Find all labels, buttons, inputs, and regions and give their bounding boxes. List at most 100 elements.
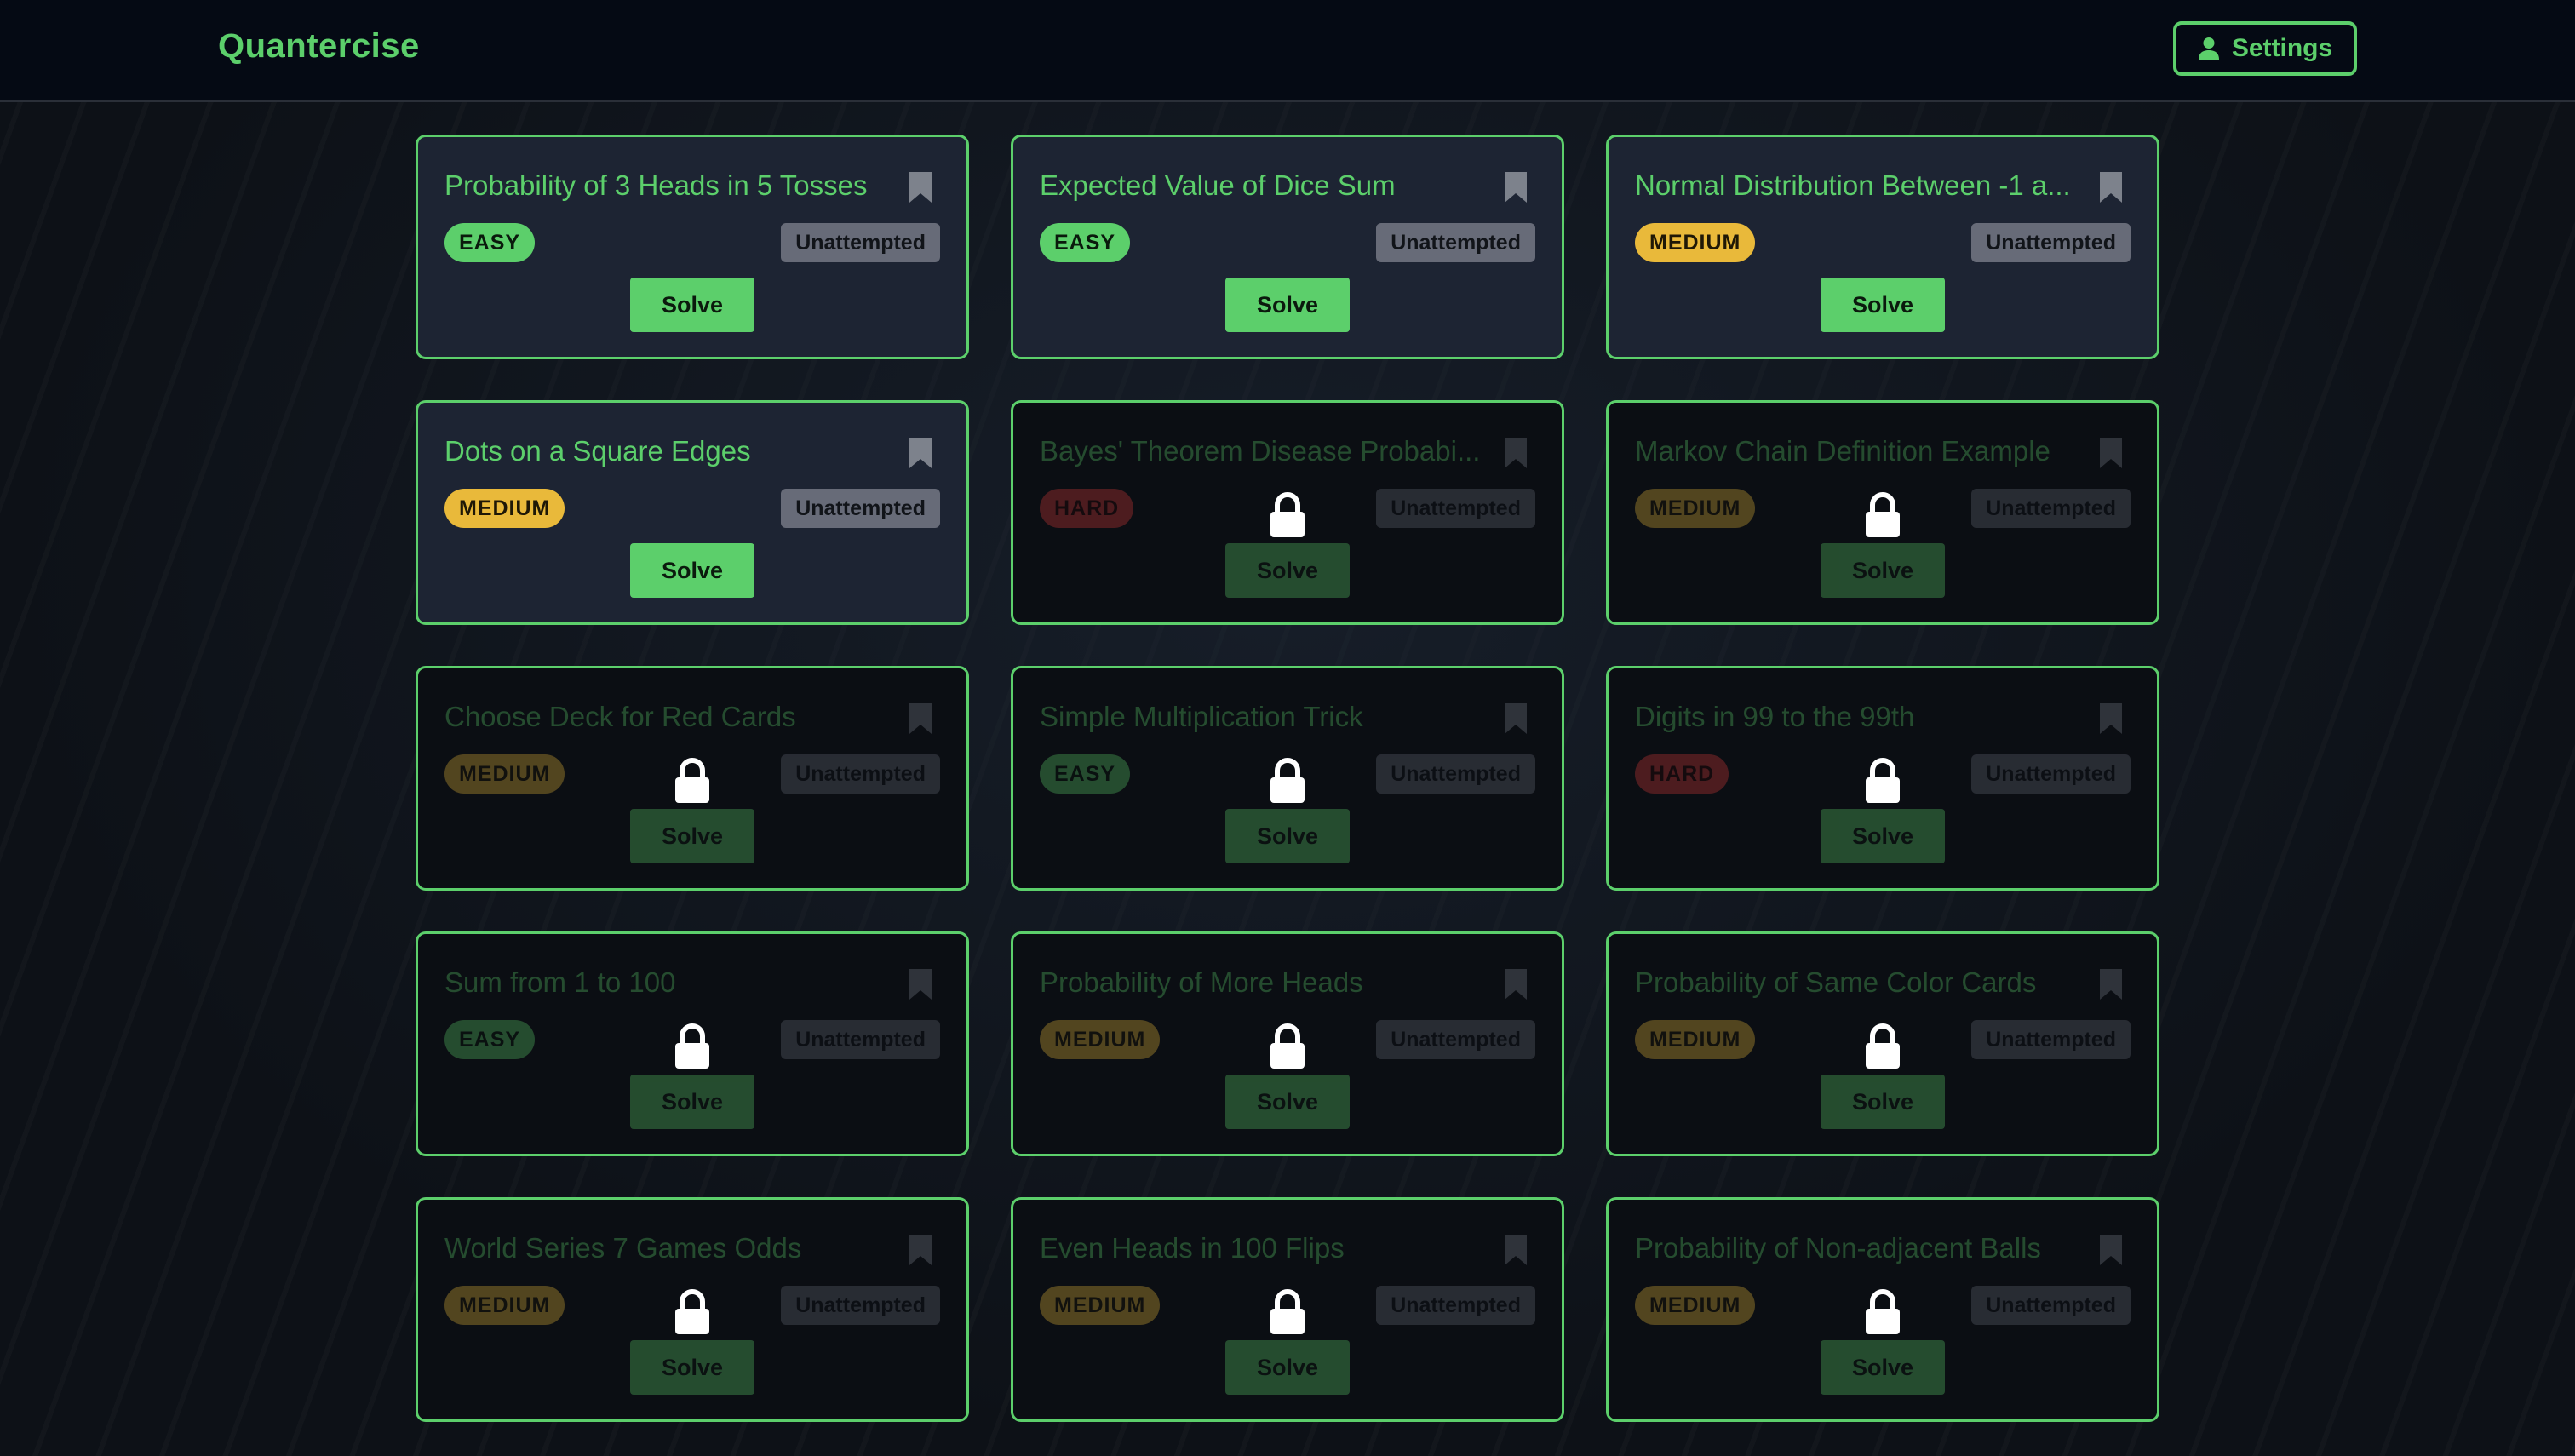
solve-button[interactable]: Solve	[1821, 278, 1945, 332]
bookmark-icon[interactable]	[909, 171, 932, 203]
solve-button: Solve	[1225, 1075, 1350, 1129]
bookmark-icon[interactable]	[2099, 968, 2123, 1000]
problem-title[interactable]: Dots on a Square Edges	[444, 435, 887, 467]
problem-card-3: Normal Distribution Between -1 a... MEDI…	[1606, 135, 2159, 359]
problem-title[interactable]: Bayes' Theorem Disease Probabi...	[1040, 435, 1482, 467]
bookmark-icon[interactable]	[1504, 968, 1528, 1000]
lock-icon	[1866, 1023, 1900, 1069]
problem-title[interactable]: Expected Value of Dice Sum	[1040, 169, 1482, 202]
difficulty-badge: EASY	[1040, 223, 1131, 262]
brand-logo[interactable]: Quantercise	[218, 27, 420, 66]
solve-button[interactable]: Solve	[630, 278, 754, 332]
problem-card-8: Simple Multiplication Trick EASY Unattem…	[1011, 666, 1564, 891]
status-badge: Unattempted	[1376, 1286, 1535, 1325]
problem-title[interactable]: Digits in 99 to the 99th	[1635, 701, 2078, 733]
lock-icon	[1866, 492, 1900, 537]
difficulty-badge: MEDIUM	[1635, 1286, 1756, 1325]
problem-card-15: Probability of Non-adjacent Balls MEDIUM…	[1606, 1197, 2159, 1422]
status-badge: Unattempted	[781, 754, 940, 794]
bookmark-icon[interactable]	[909, 1234, 932, 1266]
bookmark-icon[interactable]	[1504, 702, 1528, 735]
problem-title[interactable]: Choose Deck for Red Cards	[444, 701, 887, 733]
problem-card-13: World Series 7 Games Odds MEDIUM Unattem…	[416, 1197, 969, 1422]
difficulty-badge: MEDIUM	[444, 754, 565, 794]
bookmark-icon[interactable]	[2099, 437, 2123, 469]
lock-icon	[675, 1289, 709, 1334]
solve-button: Solve	[1821, 1340, 1945, 1395]
difficulty-badge: MEDIUM	[1635, 223, 1756, 262]
lock-icon	[1866, 758, 1900, 803]
solve-button: Solve	[1225, 1340, 1350, 1395]
solve-button: Solve	[630, 1075, 754, 1129]
problem-title[interactable]: World Series 7 Games Odds	[444, 1232, 887, 1264]
problem-grid: Probability of 3 Heads in 5 Tosses EASY …	[416, 135, 2159, 1422]
problem-card-6: Markov Chain Definition Example MEDIUM U…	[1606, 400, 2159, 625]
problem-title[interactable]: Even Heads in 100 Flips	[1040, 1232, 1482, 1264]
status-badge: Unattempted	[1376, 223, 1535, 262]
problem-card-14: Even Heads in 100 Flips MEDIUM Unattempt…	[1011, 1197, 1564, 1422]
solve-button: Solve	[1821, 809, 1945, 863]
difficulty-badge: MEDIUM	[444, 489, 565, 528]
lock-icon	[1866, 1289, 1900, 1334]
problem-title[interactable]: Probability of More Heads	[1040, 966, 1482, 999]
difficulty-badge: MEDIUM	[1635, 489, 1756, 528]
solve-button: Solve	[1821, 543, 1945, 598]
difficulty-badge: EASY	[444, 1020, 536, 1059]
problem-title[interactable]: Probability of Non-adjacent Balls	[1635, 1232, 2078, 1264]
bookmark-icon[interactable]	[909, 968, 932, 1000]
top-navbar: Quantercise Settings	[0, 0, 2575, 102]
difficulty-badge: MEDIUM	[444, 1286, 565, 1325]
problem-card-4: Dots on a Square Edges MEDIUM Unattempte…	[416, 400, 969, 625]
problem-card-10: Sum from 1 to 100 EASY Unattempted Solve	[416, 931, 969, 1156]
bookmark-icon[interactable]	[1504, 1234, 1528, 1266]
solve-button: Solve	[630, 809, 754, 863]
lock-icon	[1270, 1289, 1305, 1334]
status-badge: Unattempted	[781, 223, 940, 262]
problem-title[interactable]: Simple Multiplication Trick	[1040, 701, 1482, 733]
status-badge: Unattempted	[1971, 1020, 2131, 1059]
settings-button[interactable]: Settings	[2173, 21, 2357, 76]
problem-title[interactable]: Probability of Same Color Cards	[1635, 966, 2078, 999]
problem-title[interactable]: Probability of 3 Heads in 5 Tosses	[444, 169, 887, 202]
status-badge: Unattempted	[1971, 754, 2131, 794]
difficulty-badge: MEDIUM	[1040, 1020, 1161, 1059]
problem-title[interactable]: Markov Chain Definition Example	[1635, 435, 2078, 467]
status-badge: Unattempted	[1971, 489, 2131, 528]
solve-button: Solve	[1225, 809, 1350, 863]
bookmark-icon[interactable]	[2099, 1234, 2123, 1266]
status-badge: Unattempted	[1376, 1020, 1535, 1059]
solve-button[interactable]: Solve	[630, 543, 754, 598]
bookmark-icon[interactable]	[909, 437, 932, 469]
difficulty-badge: MEDIUM	[1040, 1286, 1161, 1325]
status-badge: Unattempted	[781, 489, 940, 528]
difficulty-badge: HARD	[1040, 489, 1134, 528]
status-badge: Unattempted	[1376, 754, 1535, 794]
problem-card-11: Probability of More Heads MEDIUM Unattem…	[1011, 931, 1564, 1156]
bookmark-icon[interactable]	[1504, 437, 1528, 469]
lock-icon	[1270, 1023, 1305, 1069]
solve-button: Solve	[1821, 1075, 1945, 1129]
problem-card-7: Choose Deck for Red Cards MEDIUM Unattem…	[416, 666, 969, 891]
difficulty-badge: EASY	[1040, 754, 1131, 794]
status-badge: Unattempted	[1971, 1286, 2131, 1325]
solve-button: Solve	[1225, 543, 1350, 598]
status-badge: Unattempted	[781, 1286, 940, 1325]
lock-icon	[1270, 758, 1305, 803]
problem-card-5: Bayes' Theorem Disease Probabi... HARD U…	[1011, 400, 1564, 625]
settings-label: Settings	[2231, 34, 2333, 62]
lock-icon	[675, 758, 709, 803]
bookmark-icon[interactable]	[2099, 702, 2123, 735]
lock-icon	[1270, 492, 1305, 537]
problem-card-2: Expected Value of Dice Sum EASY Unattemp…	[1011, 135, 1564, 359]
bookmark-icon[interactable]	[2099, 171, 2123, 203]
problem-title[interactable]: Normal Distribution Between -1 a...	[1635, 169, 2078, 202]
bookmark-icon[interactable]	[909, 702, 932, 735]
problem-card-1: Probability of 3 Heads in 5 Tosses EASY …	[416, 135, 969, 359]
solve-button[interactable]: Solve	[1225, 278, 1350, 332]
problem-title[interactable]: Sum from 1 to 100	[444, 966, 887, 999]
difficulty-badge: EASY	[444, 223, 536, 262]
status-badge: Unattempted	[781, 1020, 940, 1059]
status-badge: Unattempted	[1971, 223, 2131, 262]
difficulty-badge: MEDIUM	[1635, 1020, 1756, 1059]
bookmark-icon[interactable]	[1504, 171, 1528, 203]
